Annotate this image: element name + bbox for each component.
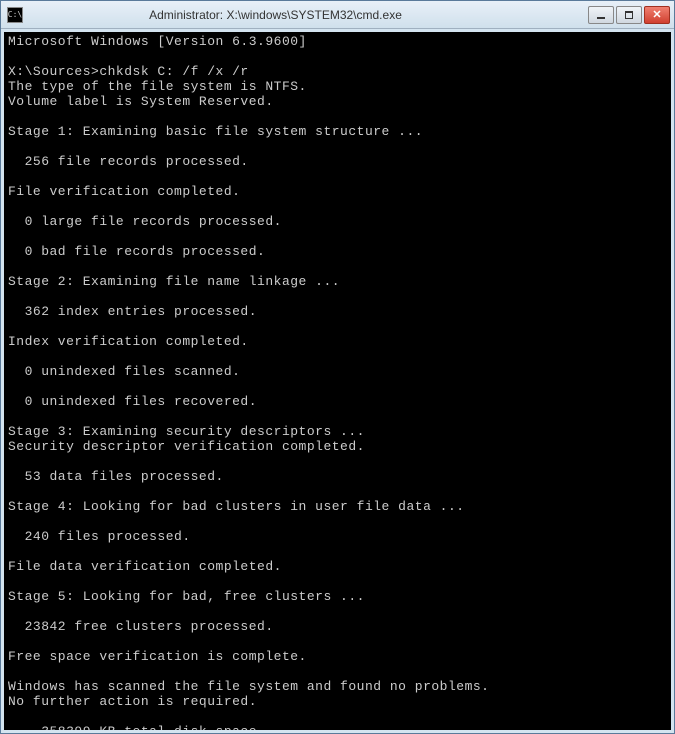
terminal-line (8, 349, 667, 364)
terminal-line (8, 514, 667, 529)
terminal-line (8, 49, 667, 64)
terminal-line: 0 bad file records processed. (8, 244, 667, 259)
terminal-line (8, 139, 667, 154)
window-title: Administrator: X:\windows\SYSTEM32\cmd.e… (0, 8, 588, 22)
terminal-line (8, 409, 667, 424)
window-controls: ✕ (588, 6, 670, 24)
maximize-button[interactable] (616, 6, 642, 24)
terminal-line: X:\Sources>chkdsk C: /f /x /r (8, 64, 667, 79)
terminal-line (8, 484, 667, 499)
terminal-line (8, 634, 667, 649)
close-button[interactable]: ✕ (644, 6, 670, 24)
terminal-line: Security descriptor verification complet… (8, 439, 667, 454)
terminal-line: Windows has scanned the file system and … (8, 679, 667, 694)
terminal-line (8, 229, 667, 244)
terminal-line: Index verification completed. (8, 334, 667, 349)
terminal-line: Stage 5: Looking for bad, free clusters … (8, 589, 667, 604)
terminal-line: 358399 KB total disk space. (8, 724, 667, 730)
terminal-line: The type of the file system is NTFS. (8, 79, 667, 94)
terminal-line (8, 199, 667, 214)
terminal-line: Stage 4: Looking for bad clusters in use… (8, 499, 667, 514)
terminal-line (8, 259, 667, 274)
terminal-line: 23842 free clusters processed. (8, 619, 667, 634)
terminal-line: Volume label is System Reserved. (8, 94, 667, 109)
terminal-line: No further action is required. (8, 694, 667, 709)
terminal-line: 53 data files processed. (8, 469, 667, 484)
terminal-line: 256 file records processed. (8, 154, 667, 169)
terminal-line (8, 544, 667, 559)
terminal-output[interactable]: Microsoft Windows [Version 6.3.9600] X:\… (4, 32, 671, 730)
terminal-line: Microsoft Windows [Version 6.3.9600] (8, 34, 667, 49)
terminal-line (8, 664, 667, 679)
terminal-line: 0 large file records processed. (8, 214, 667, 229)
terminal-line (8, 454, 667, 469)
terminal-line: Free space verification is complete. (8, 649, 667, 664)
close-icon: ✕ (652, 8, 661, 21)
terminal-line: Stage 1: Examining basic file system str… (8, 124, 667, 139)
maximize-icon (625, 11, 633, 19)
minimize-button[interactable] (588, 6, 614, 24)
terminal-line: 362 index entries processed. (8, 304, 667, 319)
terminal-line (8, 709, 667, 724)
terminal-line (8, 289, 667, 304)
terminal-line (8, 379, 667, 394)
terminal-line: File verification completed. (8, 184, 667, 199)
terminal-line: Stage 3: Examining security descriptors … (8, 424, 667, 439)
terminal-line: 240 files processed. (8, 529, 667, 544)
terminal-line (8, 574, 667, 589)
terminal-line (8, 109, 667, 124)
terminal-line: 0 unindexed files recovered. (8, 394, 667, 409)
terminal-line: File data verification completed. (8, 559, 667, 574)
terminal-line (8, 604, 667, 619)
terminal-line (8, 169, 667, 184)
titlebar[interactable]: C:\ Administrator: X:\windows\SYSTEM32\c… (1, 1, 674, 29)
terminal-line (8, 319, 667, 334)
terminal-line: 0 unindexed files scanned. (8, 364, 667, 379)
cmd-window: C:\ Administrator: X:\windows\SYSTEM32\c… (0, 0, 675, 734)
minimize-icon (597, 17, 605, 19)
terminal-line: Stage 2: Examining file name linkage ... (8, 274, 667, 289)
